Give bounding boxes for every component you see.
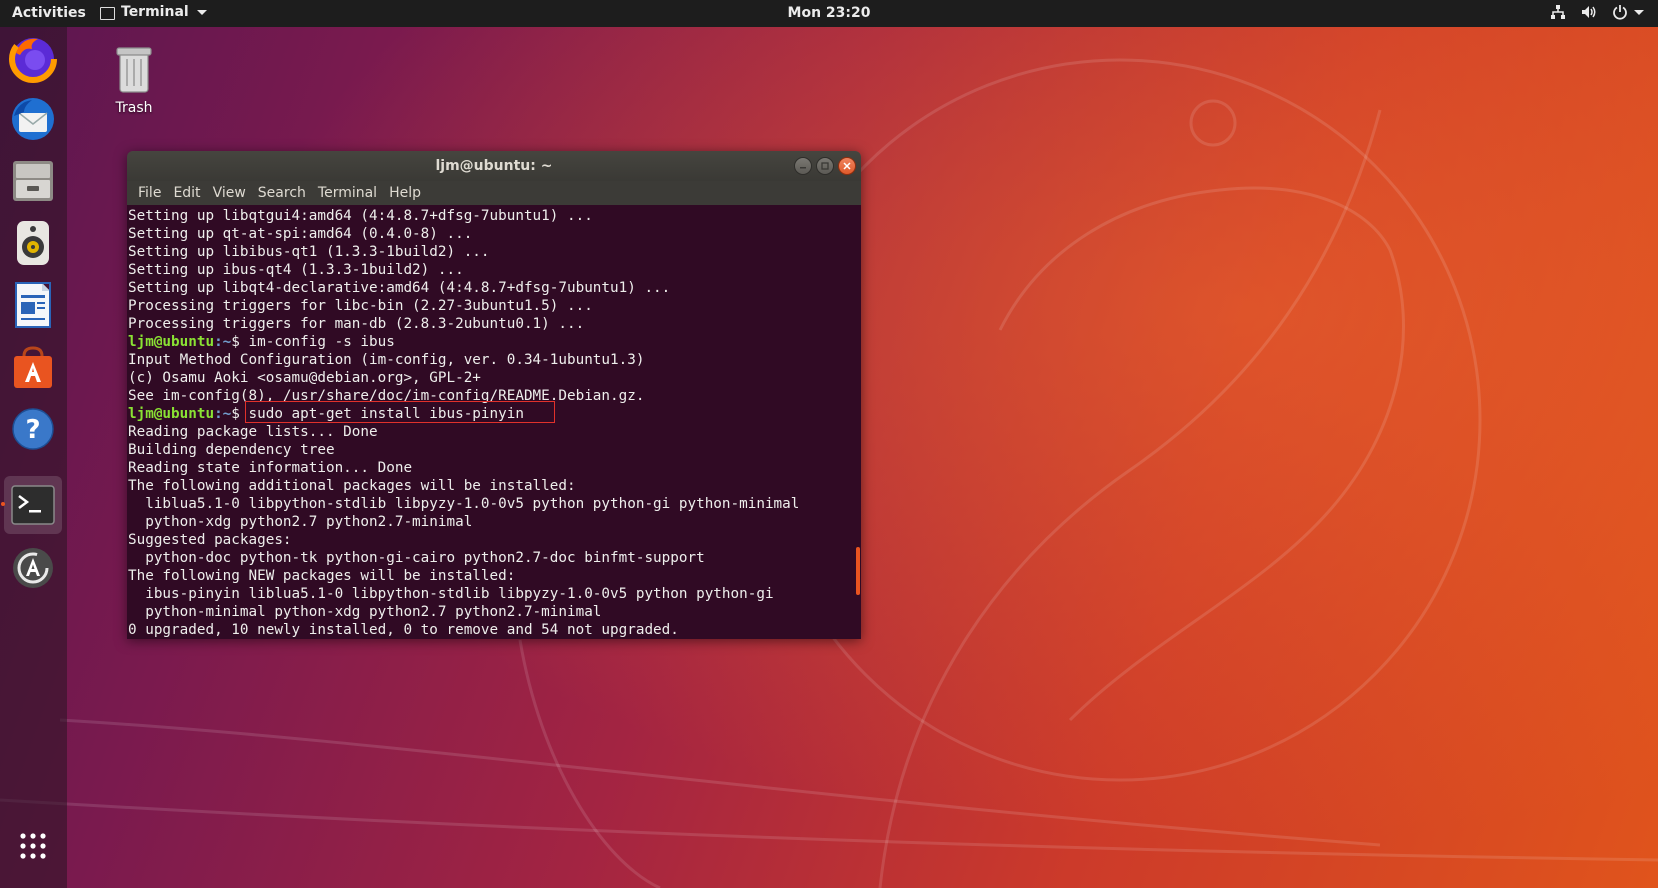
software-updater-icon bbox=[13, 548, 53, 588]
prompt-user: ljm@ubuntu bbox=[128, 406, 215, 422]
output-line: python-doc python-tk python-gi-cairo pyt… bbox=[128, 550, 705, 566]
menu-edit[interactable]: Edit bbox=[167, 185, 206, 201]
terminal-window[interactable]: ljm@ubuntu: ~ File Edit View Search Term… bbox=[127, 151, 861, 639]
output-line: The following additional packages will b… bbox=[128, 478, 576, 494]
output-line: Reading package lists... Done bbox=[128, 424, 378, 440]
active-indicator bbox=[1, 502, 5, 506]
output-line: Setting up libqtgui4:amd64 (4:4.8.7+dfsg… bbox=[128, 208, 593, 224]
chevron-down-icon bbox=[1634, 9, 1644, 15]
terminal-mini-icon bbox=[100, 6, 115, 20]
dock-ubuntu-software[interactable] bbox=[4, 338, 62, 396]
thunderbird-icon bbox=[12, 98, 54, 140]
dock-firefox[interactable] bbox=[4, 29, 62, 87]
dock-show-applications[interactable] bbox=[4, 817, 62, 875]
terminal-output[interactable]: Setting up libqtgui4:amd64 (4:4.8.7+dfsg… bbox=[127, 205, 861, 639]
menu-file[interactable]: File bbox=[132, 185, 167, 201]
prompt-path: :~ bbox=[214, 334, 232, 350]
command-text: im-config -s ibus bbox=[248, 334, 395, 350]
chevron-down-icon bbox=[196, 9, 207, 15]
app-menu-label: Terminal bbox=[121, 4, 189, 20]
output-line: Input Method Configuration (im-config, v… bbox=[128, 352, 645, 368]
maximize-icon bbox=[817, 158, 833, 174]
dock-rhythmbox[interactable] bbox=[4, 214, 62, 272]
close-button[interactable] bbox=[838, 157, 856, 175]
network-icon bbox=[1551, 5, 1565, 19]
close-icon bbox=[839, 158, 855, 174]
output-line: liblua5.1-0 libpython-stdlib libpyzy-1.0… bbox=[128, 496, 800, 512]
terminal-menubar: File Edit View Search Terminal Help bbox=[127, 181, 861, 205]
output-line: Setting up qt-at-spi:amd64 (0.4.0-8) ... bbox=[128, 226, 473, 242]
output-line: Processing triggers for man-db (2.8.3-2u… bbox=[128, 316, 585, 332]
output-line: Building dependency tree bbox=[128, 442, 335, 458]
terminal-titlebar[interactable]: ljm@ubuntu: ~ bbox=[127, 151, 861, 181]
clock[interactable]: Mon 23:20 bbox=[788, 5, 871, 21]
volume-icon bbox=[1582, 6, 1596, 18]
activities-button[interactable]: Activities bbox=[12, 5, 86, 21]
prompt-symbol: $ bbox=[231, 334, 249, 350]
output-line: Setting up ibus-qt4 (1.3.3-1build2) ... bbox=[128, 262, 464, 278]
ubuntu-software-icon bbox=[14, 346, 52, 388]
show-applications-icon bbox=[20, 833, 46, 859]
menu-terminal[interactable]: Terminal bbox=[312, 185, 383, 201]
top-bar: Activities Terminal Mon 23:20 bbox=[0, 0, 1658, 27]
command-text: sudo apt-get install ibus-pinyin bbox=[248, 406, 524, 422]
output-line: Setting up libibus-qt1 (1.3.3-1build2) .… bbox=[128, 244, 490, 260]
dock-help[interactable]: ? bbox=[4, 400, 62, 458]
power-icon bbox=[1613, 5, 1627, 20]
libreoffice-writer-icon bbox=[15, 282, 51, 328]
system-tray[interactable] bbox=[1550, 4, 1644, 20]
output-line: ibus-pinyin liblua5.1-0 libpython-stdlib… bbox=[128, 586, 774, 602]
minimize-button[interactable] bbox=[794, 157, 812, 175]
prompt-path: :~ bbox=[214, 406, 232, 422]
scrollbar-thumb[interactable] bbox=[856, 547, 860, 595]
output-line: See im-config(8), /usr/share/doc/im-conf… bbox=[128, 388, 645, 404]
window-title: ljm@ubuntu: ~ bbox=[435, 158, 553, 174]
output-line: python-xdg python2.7 python2.7-minimal bbox=[128, 514, 473, 530]
desktop-trash[interactable]: Trash bbox=[107, 44, 161, 116]
dock-software-updater[interactable] bbox=[4, 539, 62, 597]
terminal-icon bbox=[11, 485, 55, 525]
dock-files[interactable] bbox=[4, 152, 62, 210]
prompt-user: ljm@ubuntu bbox=[128, 334, 215, 350]
output-line: Setting up libqt4-declarative:amd64 (4:4… bbox=[128, 280, 671, 296]
menu-view[interactable]: View bbox=[207, 185, 252, 201]
window-controls bbox=[794, 157, 856, 175]
output-line: 0 upgraded, 10 newly installed, 0 to rem… bbox=[128, 622, 679, 638]
dock: ? bbox=[0, 27, 67, 888]
output-line: python-minimal python-xdg python2.7 pyth… bbox=[128, 604, 602, 620]
firefox-icon bbox=[9, 35, 57, 83]
files-icon bbox=[13, 161, 53, 201]
maximize-button[interactable] bbox=[816, 157, 834, 175]
scrollbar[interactable] bbox=[853, 205, 861, 639]
command-line: ljm@ubuntu:~$ sudo apt-get install ibus-… bbox=[128, 405, 861, 423]
menu-search[interactable]: Search bbox=[252, 185, 312, 201]
app-menu[interactable]: Terminal bbox=[100, 4, 207, 20]
command-line: ljm@ubuntu:~$ im-config -s ibus bbox=[128, 333, 861, 351]
dock-terminal[interactable] bbox=[4, 476, 62, 534]
dock-thunderbird[interactable] bbox=[4, 90, 62, 148]
output-line: Processing triggers for libc-bin (2.27-3… bbox=[128, 298, 593, 314]
rhythmbox-icon bbox=[17, 221, 49, 265]
output-line: The following NEW packages will be insta… bbox=[128, 568, 516, 584]
prompt-symbol: $ bbox=[231, 406, 249, 422]
minimize-icon bbox=[795, 158, 811, 174]
trash-label: Trash bbox=[115, 100, 153, 116]
output-line: (c) Osamu Aoki <osamu@debian.org>, GPL-2… bbox=[128, 370, 481, 386]
output-line: Suggested packages: bbox=[128, 532, 292, 548]
output-line: Reading state information... Done bbox=[128, 460, 413, 476]
trash-icon bbox=[116, 47, 152, 93]
help-icon: ? bbox=[12, 408, 54, 450]
desktop: Activities Terminal Mon 23:20 ? Trash lj… bbox=[0, 0, 1658, 888]
dock-libreoffice-writer[interactable] bbox=[4, 276, 62, 334]
menu-help[interactable]: Help bbox=[383, 185, 427, 201]
svg-text:?: ? bbox=[25, 415, 40, 445]
